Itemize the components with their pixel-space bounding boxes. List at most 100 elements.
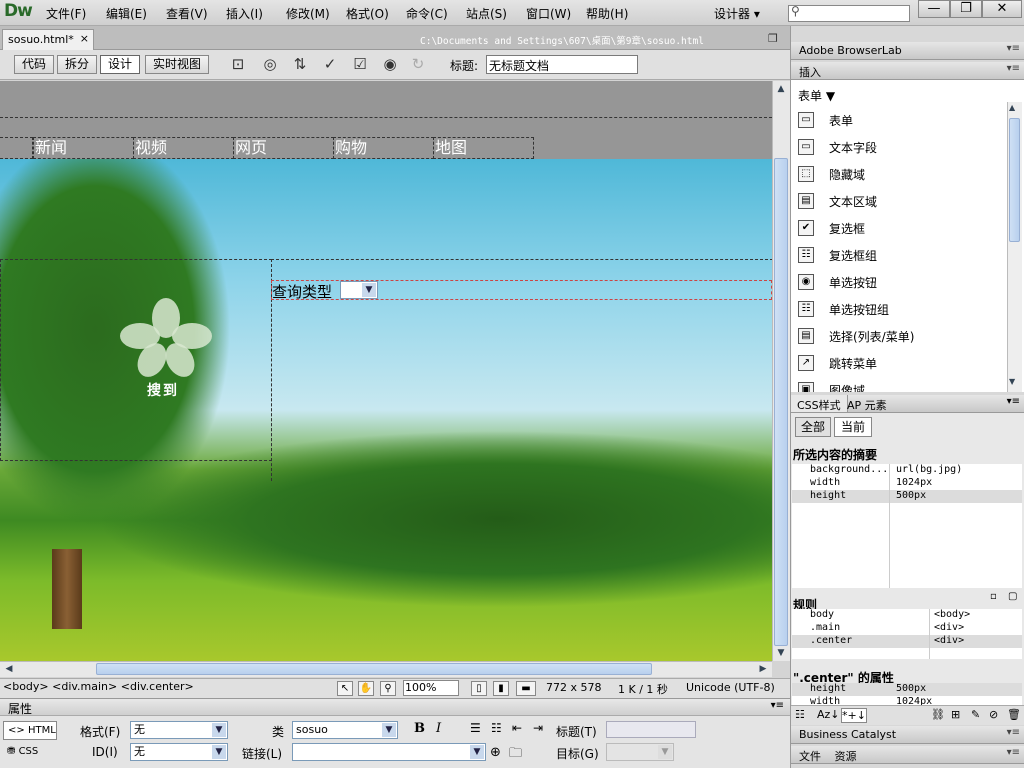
attach-stylesheet-icon[interactable]: ⛓ [931, 708, 945, 721]
refresh-icon[interactable]: ↻ [406, 55, 430, 75]
scroll-up-icon[interactable]: ▲ [1009, 103, 1015, 112]
help-search-input[interactable]: ⚲ [788, 4, 910, 22]
design-view-button[interactable]: 设计 [100, 55, 140, 74]
show-cascade-icon[interactable]: ▫ [990, 591, 997, 602]
scroll-down-icon[interactable]: ▼ [773, 646, 789, 660]
bold-button[interactable]: B [414, 721, 425, 736]
italic-button[interactable]: I [436, 721, 441, 736]
link-input[interactable]: ▼ [292, 743, 486, 761]
current-rules-button[interactable]: 当前 [834, 417, 872, 437]
nav-item-map[interactable]: 地图 [433, 137, 534, 159]
menu-format[interactable]: 格式(O) [346, 5, 389, 22]
property-row[interactable]: height 500px [792, 683, 1022, 696]
all-rules-button[interactable]: 全部 [795, 417, 831, 437]
files-tab[interactable]: 文件 [799, 750, 821, 763]
insert-item[interactable]: ☷ 单选按钮组 [791, 296, 1007, 322]
html-mode-button[interactable]: <> HTML [3, 721, 57, 740]
class-select[interactable]: sosuo ▼ [292, 721, 398, 739]
panel-menu-icon[interactable]: ▾≡ [771, 700, 784, 711]
pointer-tool-icon[interactable]: ↖ [337, 681, 353, 696]
menu-site[interactable]: 站点(S) [466, 5, 507, 22]
preview-browser-icon[interactable]: ◎ [258, 55, 282, 75]
code-view-button[interactable]: 代码 [14, 55, 54, 74]
menu-commands[interactable]: 命令(C) [406, 5, 448, 22]
workspace-switcher[interactable]: 设计器 ▾ [714, 5, 760, 22]
category-view-icon[interactable]: ☷ [795, 708, 805, 721]
multiscreen-icon[interactable]: ⊡ [226, 55, 250, 75]
scroll-right-icon[interactable]: ▶ [755, 662, 771, 676]
edit-rule-icon[interactable]: ✎ [971, 708, 980, 721]
menu-modify[interactable]: 修改(M) [286, 5, 330, 22]
close-tab-icon[interactable]: × [80, 32, 89, 45]
new-rule-icon[interactable]: ⊞ [951, 708, 960, 721]
hand-tool-icon[interactable]: ✋ [358, 681, 374, 696]
horizontal-scroll-thumb[interactable] [96, 663, 652, 675]
panel-menu-icon[interactable]: ▾≡ [1007, 727, 1020, 738]
w3c-validation-icon[interactable]: ✓ [318, 55, 342, 75]
format-select[interactable]: 无 ▼ [130, 721, 228, 739]
phone-size-icon[interactable]: ▯ [471, 681, 487, 696]
css-styles-tab[interactable]: CSS样式 [791, 395, 848, 412]
browser-compat-icon[interactable]: ☑ [348, 55, 372, 75]
zoom-tool-icon[interactable]: ⚲ [380, 681, 396, 696]
restore-button[interactable]: ❐ [950, 0, 982, 18]
scroll-left-icon[interactable]: ◀ [1, 662, 17, 676]
nav-item-shopping[interactable]: 购物 [333, 137, 434, 159]
insert-item[interactable]: ✔ 复选框 [791, 215, 1007, 241]
menu-insert[interactable]: 插入(I) [226, 5, 263, 22]
window-size[interactable]: 772 x 578 [546, 681, 602, 694]
browserlab-panel-header[interactable]: Adobe BrowserLab ▾≡ [791, 42, 1024, 60]
business-catalyst-header[interactable]: Business Catalyst ▾≡ [791, 726, 1024, 744]
panel-menu-icon[interactable]: ▾≡ [1007, 43, 1020, 54]
css-mode-button[interactable]: ⛃ CSS [3, 743, 57, 762]
ap-elements-tab[interactable]: AP 元素 [847, 397, 887, 413]
property-row[interactable]: .main <div> [792, 622, 1022, 635]
nav-item-web[interactable]: 网页 [233, 137, 334, 159]
target-select[interactable]: ▼ [606, 743, 674, 761]
browse-folder-icon[interactable]: 🗀 [509, 744, 522, 766]
menu-view[interactable]: 查看(V) [166, 5, 208, 22]
vertical-scroll-thumb[interactable] [774, 158, 788, 646]
restore-doc-icon[interactable]: ❐ [768, 32, 778, 45]
insert-item[interactable]: ▤ 选择(列表/菜单) [791, 323, 1007, 349]
unordered-list-icon[interactable]: ☰ [470, 721, 481, 735]
menu-window[interactable]: 窗口(W) [526, 5, 571, 22]
panel-menu-icon[interactable]: ▾≡ [1007, 396, 1020, 407]
zoom-select[interactable]: 100% [403, 680, 459, 696]
menu-edit[interactable]: 编辑(E) [106, 5, 147, 22]
split-view-button[interactable]: 拆分 [57, 55, 97, 74]
insert-item[interactable]: ↗ 跳转菜单 [791, 350, 1007, 376]
tablet-size-icon[interactable]: ▮ [493, 681, 509, 696]
panel-menu-icon[interactable]: ▾≡ [1007, 747, 1020, 758]
property-row[interactable]: height 500px [792, 490, 1022, 503]
scroll-up-icon[interactable]: ▲ [773, 82, 789, 96]
title-attr-input[interactable] [606, 721, 696, 738]
nav-item-video[interactable]: 视频 [133, 137, 234, 159]
insert-item[interactable]: ⬚ 隐藏域 [791, 161, 1007, 187]
tag-selector[interactable]: <body> <div.main> <div.center> [3, 680, 194, 693]
property-row[interactable]: width 1024px [792, 696, 1022, 705]
property-row[interactable]: .center <div> [792, 635, 1022, 648]
disable-property-icon[interactable]: ⊘ [989, 708, 998, 721]
menu-file[interactable]: 文件(F) [46, 5, 86, 22]
panel-menu-icon[interactable]: ▾≡ [1007, 63, 1020, 74]
delete-rule-icon[interactable]: 🗑 [1007, 708, 1021, 721]
insert-item[interactable]: ▤ 文本区域 [791, 188, 1007, 214]
menu-help[interactable]: 帮助(H) [586, 5, 628, 22]
insert-item[interactable]: ▣ 图像域 [791, 377, 1007, 392]
minimize-button[interactable]: — [918, 0, 950, 18]
insert-item[interactable]: ☷ 复选框组 [791, 242, 1007, 268]
query-type-select[interactable]: ▼ [340, 281, 378, 299]
property-row[interactable]: background... url(bg.jpg) [792, 464, 1022, 477]
file-management-icon[interactable]: ⇅ [288, 55, 312, 75]
close-window-button[interactable]: ✕ [982, 0, 1022, 18]
id-select[interactable]: 无 ▼ [130, 743, 228, 761]
ordered-list-icon[interactable]: ☷ [491, 721, 502, 735]
insert-item[interactable]: ▭ 文本字段 [791, 134, 1007, 160]
title-input[interactable]: 无标题文档 [486, 55, 638, 74]
nav-item-news[interactable]: 新闻 [33, 137, 134, 159]
set-properties-view-icon[interactable]: *+↓ [841, 708, 867, 723]
document-tab[interactable]: sosuo.html* × [2, 29, 94, 50]
insert-item[interactable]: ▭ 表单 [791, 107, 1007, 133]
property-row[interactable]: width 1024px [792, 477, 1022, 490]
